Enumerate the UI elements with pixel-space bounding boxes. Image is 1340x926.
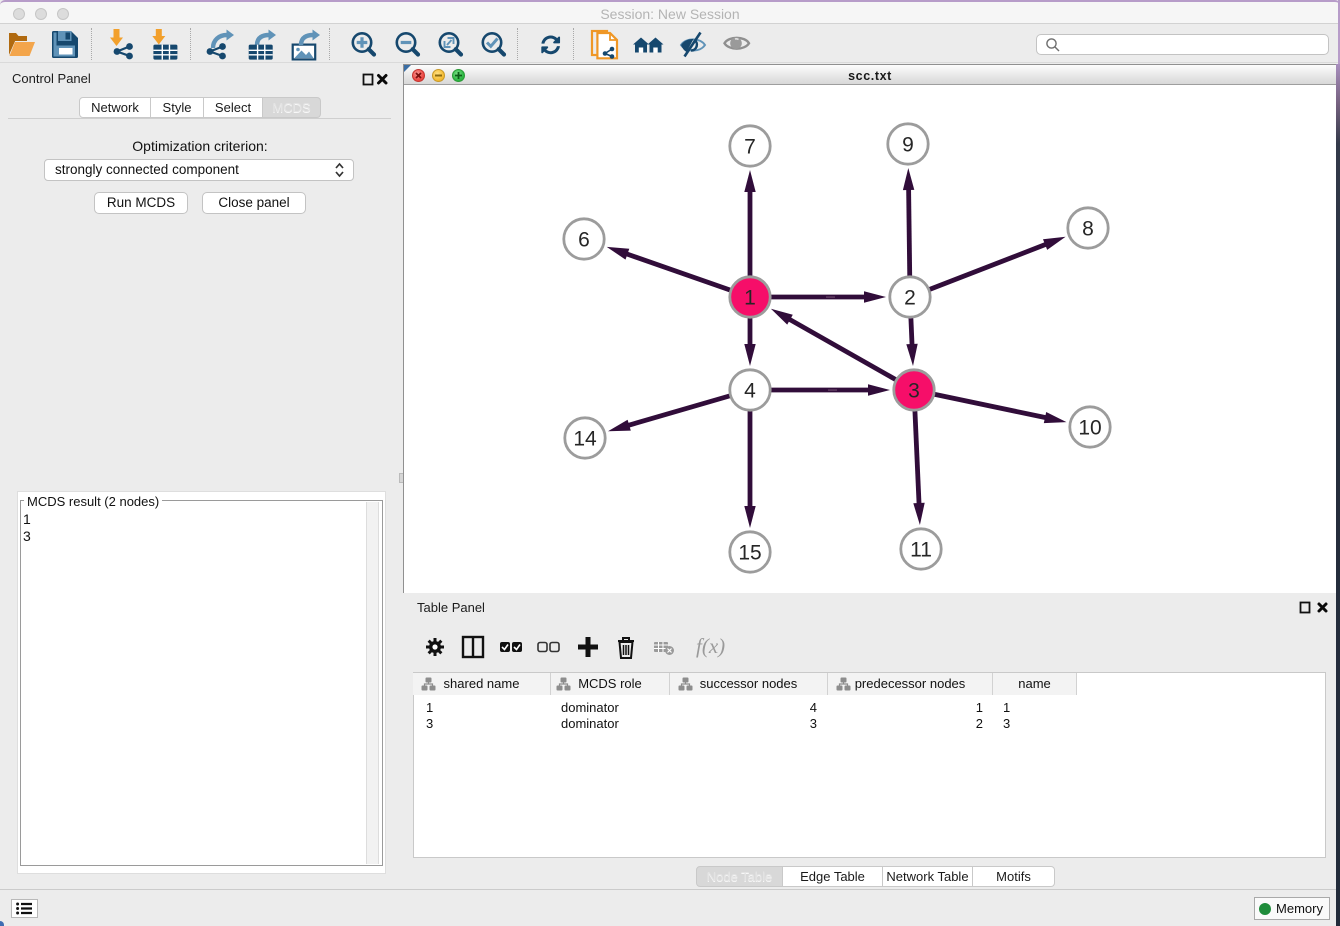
svg-text:2: 2 [904,287,916,310]
svg-text:10: 10 [1078,417,1101,440]
svg-text:9: 9 [902,134,914,157]
svg-text:8: 8 [1082,218,1094,241]
svg-text:6: 6 [578,229,590,252]
svg-text:7: 7 [744,136,756,159]
svg-text:3: 3 [908,380,920,403]
svg-text:14: 14 [573,428,597,451]
svg-text:11: 11 [910,539,932,562]
svg-text:1: 1 [744,287,756,310]
svg-text:15: 15 [738,542,761,565]
svg-text:4: 4 [744,380,756,403]
